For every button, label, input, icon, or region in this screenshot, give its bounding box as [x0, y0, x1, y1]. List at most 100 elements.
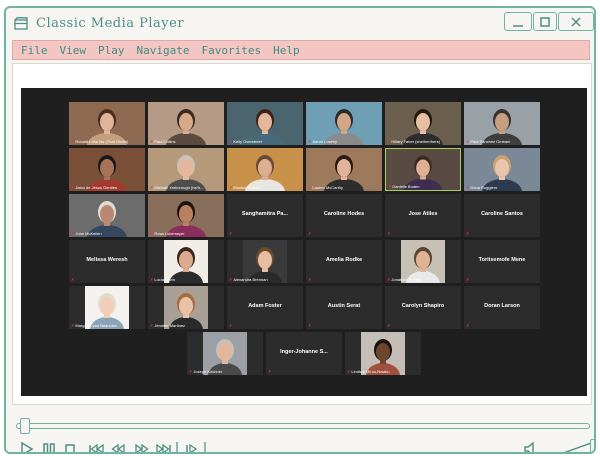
- menu-play[interactable]: Play: [98, 44, 125, 57]
- participant-tile[interactable]: ✗Paul Collins: [148, 102, 224, 145]
- participant-tile[interactable]: ✗Lucia Marin: [148, 240, 224, 283]
- participant-tile[interactable]: ✗Michael Yarborough (he/h...: [148, 148, 224, 191]
- participant-label: Jonathan Schmitt: [391, 277, 423, 282]
- skip-forward-icon[interactable]: [156, 441, 172, 454]
- participant-tile[interactable]: ✗Jonathan Schmitt: [385, 240, 461, 283]
- participant-label: Dona Ruggiero: [470, 185, 498, 190]
- participant-caption: ✗Lindiwe Mirou-Nwaku: [347, 369, 419, 374]
- volume-thumb[interactable]: [590, 439, 594, 452]
- participant-tile[interactable]: ✗Danielle Boden: [385, 148, 461, 191]
- participant-tile[interactable]: Melissa Weresh ✗: [69, 240, 145, 283]
- participant-name: Sanghamitra Pa...: [241, 211, 289, 217]
- maximize-button[interactable]: [533, 12, 557, 31]
- participant-tile[interactable]: Sanghamitra Pa... ✗: [227, 194, 303, 237]
- muted-mic-icon: ✗: [466, 323, 470, 328]
- participant-caption: ✗: [229, 323, 301, 328]
- participant-caption: ✗Ronald Lohe Nu (That Grotto): [71, 139, 143, 144]
- participant-tile[interactable]: Doran Larson ✗: [464, 286, 540, 329]
- participant-name: Toritsemofe Mene: [478, 257, 526, 263]
- participant-caption: ✗: [466, 231, 538, 236]
- menu-navigate[interactable]: Navigate: [137, 44, 190, 57]
- participant-tile[interactable]: ✗Kelly Overstreet: [227, 102, 303, 145]
- muted-mic-icon: ✗: [150, 277, 154, 282]
- muted-mic-icon: ✗: [189, 369, 193, 374]
- muted-mic-icon: ✗: [229, 231, 233, 236]
- participant-tile[interactable]: ✗Lauren McCarthy: [306, 148, 382, 191]
- participant-name: Melissa Weresh: [86, 257, 128, 263]
- participant-tile[interactable]: Jose Atiles ✗: [385, 194, 461, 237]
- control-divider: [176, 442, 178, 452]
- pause-icon[interactable]: [42, 441, 56, 454]
- muted-mic-icon: ✗: [71, 323, 75, 328]
- participant-tile[interactable]: ✗John McKellen: [69, 194, 145, 237]
- participant-tile[interactable]: Toritsemofe Mene ✗: [464, 240, 540, 283]
- participant-label: Michael Yarborough (he/h...: [154, 185, 204, 190]
- participant-tile[interactable]: Inger-Johanne S... ✗: [266, 332, 342, 375]
- participant-caption: ✗Jaion de Jesus Gentles: [71, 185, 143, 190]
- seek-thumb[interactable]: [20, 418, 30, 434]
- participant-caption: ✗Lucia Marin: [150, 277, 222, 282]
- participant-name: Austin Serat: [327, 303, 361, 309]
- participant-name: Caroline Santos: [481, 211, 523, 217]
- stop-icon[interactable]: [64, 441, 76, 454]
- participant-tile[interactable]: ✗Jaion de Jesus Gentles: [69, 148, 145, 191]
- muted-mic-icon: ✗: [466, 277, 470, 282]
- muted-mic-icon: ✗: [308, 323, 312, 328]
- volume-icon[interactable]: [522, 441, 538, 454]
- participant-label: Hillary Faber (she/her/hers): [391, 139, 441, 144]
- participant-caption: ✗Paul Sanchez Ombani: [466, 139, 538, 144]
- seek-bar[interactable]: [16, 423, 590, 429]
- participant-caption: ✗Alexandra Brennan: [229, 277, 301, 282]
- participant-tile[interactable]: ✗Paul Sanchez Ombani: [464, 102, 540, 145]
- menu-help[interactable]: Help: [273, 44, 300, 57]
- participant-tile[interactable]: ✗Aaron Lowrey: [306, 102, 382, 145]
- control-divider: [204, 442, 206, 452]
- frame-step-icon[interactable]: [184, 441, 200, 454]
- participant-tile[interactable]: ✗Jennifer Martinez: [148, 286, 224, 329]
- participant-label: Lucia Marin: [154, 277, 176, 282]
- participant-tile[interactable]: Caroline Santos ✗: [464, 194, 540, 237]
- muted-mic-icon: ✗: [308, 139, 312, 144]
- participant-label: Jennifer Martinez: [154, 323, 186, 328]
- minimize-icon: [513, 24, 523, 27]
- participant-caption: ✗: [308, 277, 380, 282]
- participant-caption: ✗Joseph Kirchner: [189, 369, 261, 374]
- muted-mic-icon: ✗: [387, 139, 391, 144]
- participant-tile[interactable]: ✗Dona Ruggiero: [464, 148, 540, 191]
- participant-tile[interactable]: Austin Serat ✗: [306, 286, 382, 329]
- participant-tile[interactable]: Caroline Hodes ✗: [306, 194, 382, 237]
- play-icon[interactable]: [20, 441, 34, 454]
- participant-tile[interactable]: Adam Foster ✗: [227, 286, 303, 329]
- minimize-button[interactable]: [504, 12, 532, 31]
- muted-mic-icon: ✗: [387, 277, 391, 282]
- video-frame[interactable]: ✗Ronald Lohe Nu (That Grotto) ✗Paul Colli…: [21, 88, 587, 396]
- participant-tile[interactable]: ✗Monica Urbano: [227, 148, 303, 191]
- participant-tile[interactable]: ✗Lindiwe Mirou-Nwaku: [345, 332, 421, 375]
- participant-name: Jose Atiles: [408, 211, 438, 217]
- participant-tile[interactable]: Carolyn Shapiro ✗: [385, 286, 461, 329]
- participant-tile[interactable]: ✗Margaret van Naarsden: [69, 286, 145, 329]
- participant-tile[interactable]: ✗Joseph Kirchner: [187, 332, 263, 375]
- participant-caption: ✗Jennifer Martinez: [150, 323, 222, 328]
- menu-view[interactable]: View: [60, 44, 87, 57]
- app-icon: [14, 17, 28, 30]
- skip-back-icon[interactable]: [88, 441, 104, 454]
- participant-caption: ✗Rosa Lukemeyer: [150, 231, 222, 236]
- participant-caption: ✗Lauren McCarthy: [308, 185, 380, 190]
- participant-tile[interactable]: ✗Rosa Lukemeyer: [148, 194, 224, 237]
- menu-favorites[interactable]: Favorites: [201, 44, 261, 57]
- participant-tile[interactable]: ✗Ronald Lohe Nu (That Grotto): [69, 102, 145, 145]
- participant-tile[interactable]: ✗Alexandra Brennan: [227, 240, 303, 283]
- rewind-icon[interactable]: [110, 441, 126, 454]
- muted-mic-icon: ✗: [308, 277, 312, 282]
- participant-caption: ✗Kelly Overstreet: [229, 139, 301, 144]
- participant-name: Adam Foster: [248, 303, 282, 309]
- close-button[interactable]: [558, 12, 594, 31]
- muted-mic-icon: ✗: [150, 185, 154, 190]
- participant-tile[interactable]: ✗Hillary Faber (she/her/hers): [385, 102, 461, 145]
- participant-caption: ✗: [308, 323, 380, 328]
- participant-tile[interactable]: Amelia Rodke ✗: [306, 240, 382, 283]
- fast-forward-icon[interactable]: [134, 441, 150, 454]
- participant-label: Monica Urbano: [233, 185, 261, 190]
- menu-file[interactable]: File: [21, 44, 48, 57]
